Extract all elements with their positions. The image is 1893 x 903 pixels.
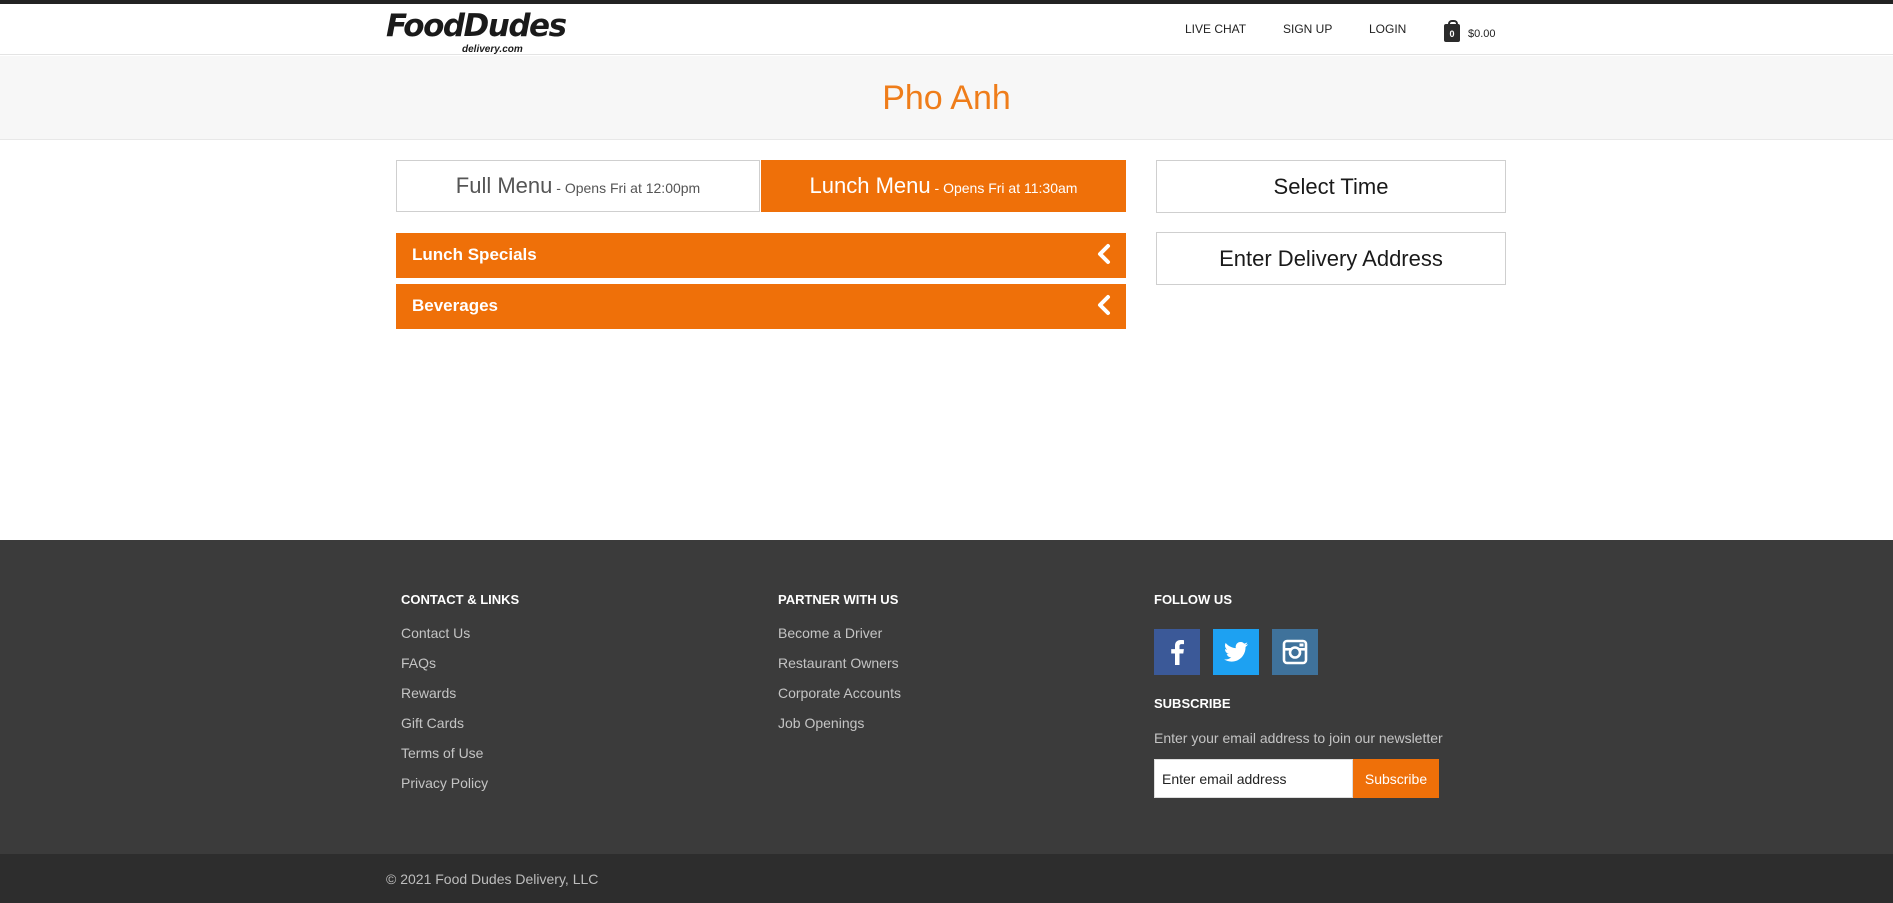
footer-link-privacy[interactable]: Privacy Policy bbox=[401, 775, 488, 791]
tab-full-menu-hours: - Opens Fri at 12:00pm bbox=[552, 180, 701, 196]
newsletter-description: Enter your email address to join our new… bbox=[1154, 730, 1443, 746]
logo-subtext: delivery.com bbox=[462, 44, 523, 55]
nav-login[interactable]: LOGIN bbox=[1369, 22, 1406, 36]
shopping-bag-icon[interactable]: 0 bbox=[1444, 20, 1460, 42]
email-input[interactable] bbox=[1154, 759, 1353, 798]
subscribe-heading: SUBSCRIBE bbox=[1154, 696, 1231, 711]
partner-heading: PARTNER WITH US bbox=[778, 592, 899, 607]
chevron-left-icon bbox=[1098, 244, 1110, 264]
site-header: FoodDudes delivery.com LIVE CHAT SIGN UP… bbox=[0, 4, 1893, 55]
logo-wordmark: FoodDudes bbox=[386, 8, 567, 44]
category-label: Beverages bbox=[412, 296, 499, 315]
cart-total[interactable]: $0.00 bbox=[1468, 28, 1496, 40]
chevron-left-icon bbox=[1098, 295, 1110, 315]
footer-link-faqs[interactable]: FAQs bbox=[401, 655, 436, 671]
tab-full-menu-label: Full Menu bbox=[455, 173, 553, 198]
category-lunch-specials[interactable]: Lunch Specials bbox=[396, 233, 1126, 278]
select-time-button[interactable]: Select Time bbox=[1156, 160, 1506, 213]
restaurant-title-bar: Pho Anh bbox=[0, 56, 1893, 140]
copyright-bar: © 2021 Food Dudes Delivery, LLC bbox=[0, 854, 1893, 903]
footer-link-restaurant-owners[interactable]: Restaurant Owners bbox=[778, 655, 899, 671]
footer-link-terms[interactable]: Terms of Use bbox=[401, 745, 483, 761]
subscribe-button[interactable]: Subscribe bbox=[1353, 759, 1439, 798]
category-beverages[interactable]: Beverages bbox=[396, 284, 1126, 329]
footer-link-contact-us[interactable]: Contact Us bbox=[401, 625, 470, 641]
footer-link-job-openings[interactable]: Job Openings bbox=[778, 715, 864, 731]
tab-full-menu[interactable]: Full Menu - Opens Fri at 12:00pm bbox=[396, 160, 760, 212]
category-label: Lunch Specials bbox=[412, 245, 537, 264]
food-dudes-logo[interactable]: FoodDudes delivery.com bbox=[386, 8, 567, 58]
contact-links-heading: CONTACT & LINKS bbox=[401, 592, 520, 607]
copyright-text: © 2021 Food Dudes Delivery, LLC bbox=[386, 871, 599, 887]
footer-link-gift-cards[interactable]: Gift Cards bbox=[401, 715, 464, 731]
footer-link-corporate-accounts[interactable]: Corporate Accounts bbox=[778, 685, 901, 701]
site-footer bbox=[0, 540, 1893, 854]
footer-link-become-driver[interactable]: Become a Driver bbox=[778, 625, 882, 641]
follow-us-heading: FOLLOW US bbox=[1154, 592, 1232, 607]
page-title: Pho Anh bbox=[882, 79, 1011, 117]
twitter-icon[interactable] bbox=[1213, 629, 1259, 675]
tab-lunch-menu[interactable]: Lunch Menu - Opens Fri at 11:30am bbox=[761, 160, 1126, 212]
instagram-icon[interactable] bbox=[1272, 629, 1318, 675]
tab-lunch-menu-hours: - Opens Fri at 11:30am bbox=[930, 180, 1078, 196]
nav-live-chat[interactable]: LIVE CHAT bbox=[1185, 22, 1246, 36]
footer-link-rewards[interactable]: Rewards bbox=[401, 685, 456, 701]
nav-sign-up[interactable]: SIGN UP bbox=[1283, 22, 1332, 36]
tab-lunch-menu-label: Lunch Menu bbox=[809, 173, 931, 198]
facebook-icon[interactable] bbox=[1154, 629, 1200, 675]
enter-address-button[interactable]: Enter Delivery Address bbox=[1156, 232, 1506, 285]
